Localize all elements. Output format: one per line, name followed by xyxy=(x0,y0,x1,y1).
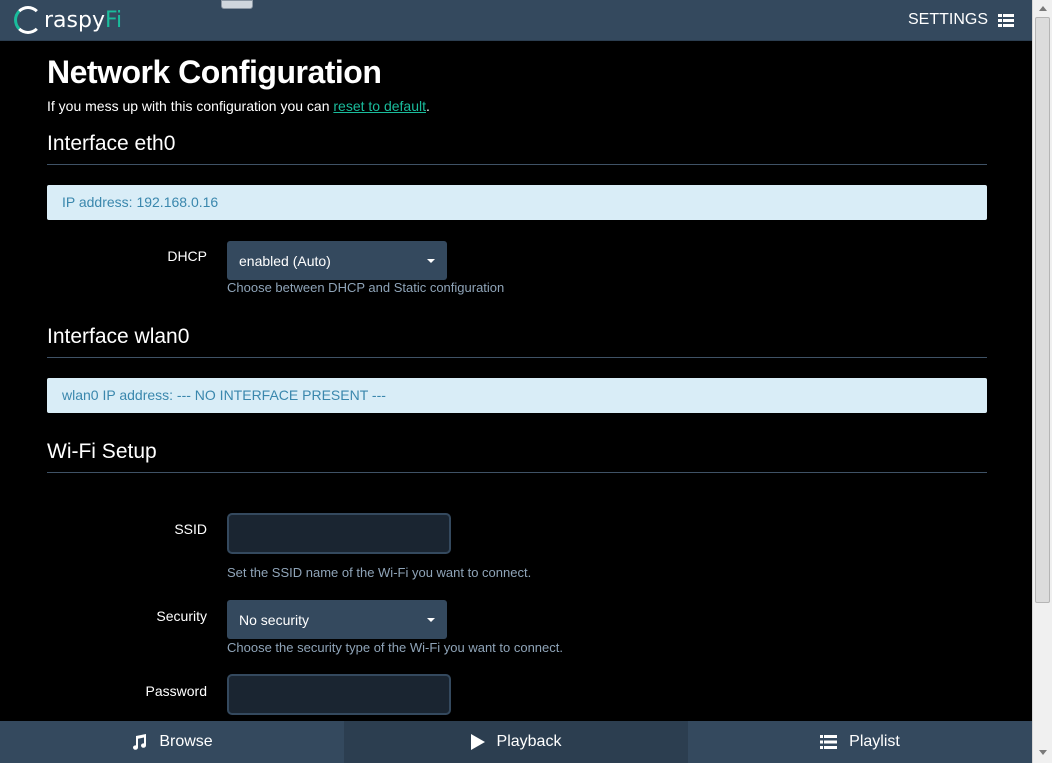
wlan0-section: Interface wlan0 wlan0 IP address: --- NO… xyxy=(47,324,987,413)
wlan0-heading: Interface wlan0 xyxy=(47,324,987,358)
headphones-logo-icon xyxy=(14,6,42,34)
settings-menu-button[interactable]: SETTINGS xyxy=(908,0,1014,40)
dhcp-select-value: enabled (Auto) xyxy=(239,252,331,269)
tab-playlist[interactable]: Playlist xyxy=(688,721,1032,763)
logo-text-accent: Fi xyxy=(104,7,123,33)
security-select[interactable]: No security xyxy=(227,600,447,639)
reset-to-default-link[interactable]: reset to default xyxy=(333,98,426,114)
top-navbar: raspy Fi SETTINGS xyxy=(0,0,1032,41)
tab-browse-label: Browse xyxy=(159,733,213,750)
security-help-text: Choose the security type of the Wi-Fi yo… xyxy=(227,640,563,655)
dhcp-form-row: DHCP enabled (Auto) Choose between DHCP … xyxy=(47,220,987,305)
main-content: Network Configuration If you mess up wit… xyxy=(47,40,987,718)
dhcp-select[interactable]: enabled (Auto) xyxy=(227,241,447,280)
list-icon xyxy=(820,735,838,749)
password-label: Password xyxy=(145,683,207,699)
wifi-setup-heading: Wi-Fi Setup xyxy=(47,439,987,473)
scrollbar-thumb[interactable] xyxy=(1035,17,1050,603)
ssid-input[interactable] xyxy=(227,513,451,554)
bottom-tab-bar: Browse Playback Playlist xyxy=(0,721,1032,763)
intro-text: If you mess up with this configuration y… xyxy=(47,97,987,115)
intro-text-start: If you mess up with this configuration y… xyxy=(47,98,334,114)
dhcp-label: DHCP xyxy=(167,248,207,264)
intro-text-end: . xyxy=(426,98,430,114)
settings-label: SETTINGS xyxy=(907,11,988,28)
password-input[interactable] xyxy=(227,674,451,715)
security-select-value: No security xyxy=(239,611,310,628)
scroll-up-arrow-icon[interactable] xyxy=(1039,6,1047,11)
wifi-form: SSID Set the SSID name of the Wi-Fi you … xyxy=(47,473,987,718)
wlan0-ip-alert: wlan0 IP address: --- NO INTERFACE PRESE… xyxy=(47,378,987,413)
security-label: Security xyxy=(156,608,207,624)
eth0-heading: Interface eth0 xyxy=(47,131,987,165)
play-icon xyxy=(470,734,485,750)
caret-down-icon xyxy=(427,258,435,263)
tab-playback-label: Playback xyxy=(496,733,562,750)
vertical-scrollbar[interactable] xyxy=(1032,0,1052,763)
eth0-section: Interface eth0 IP address: 192.168.0.16 … xyxy=(47,131,987,305)
tab-browse[interactable]: Browse xyxy=(0,721,344,763)
menu-list-icon xyxy=(998,13,1014,27)
music-note-icon xyxy=(133,734,147,750)
logo-text: raspy xyxy=(44,7,105,33)
ssid-help-text: Set the SSID name of the Wi-Fi you want … xyxy=(227,565,532,580)
wifi-setup-section: Wi-Fi Setup SSID Set the SSID name of th… xyxy=(47,439,987,718)
page-title: Network Configuration xyxy=(47,54,382,90)
scroll-down-arrow-icon[interactable] xyxy=(1039,750,1047,755)
raspyfi-logo[interactable]: raspy Fi xyxy=(14,2,122,38)
tab-playback[interactable]: Playback xyxy=(344,721,688,763)
ssid-label: SSID xyxy=(174,521,207,537)
caret-down-icon xyxy=(427,617,435,622)
tab-playlist-label: Playlist xyxy=(849,733,900,750)
dhcp-help-text: Choose between DHCP and Static configura… xyxy=(227,280,505,295)
eth0-ip-alert: IP address: 192.168.0.16 xyxy=(47,185,987,220)
drawer-handle[interactable] xyxy=(221,0,253,9)
